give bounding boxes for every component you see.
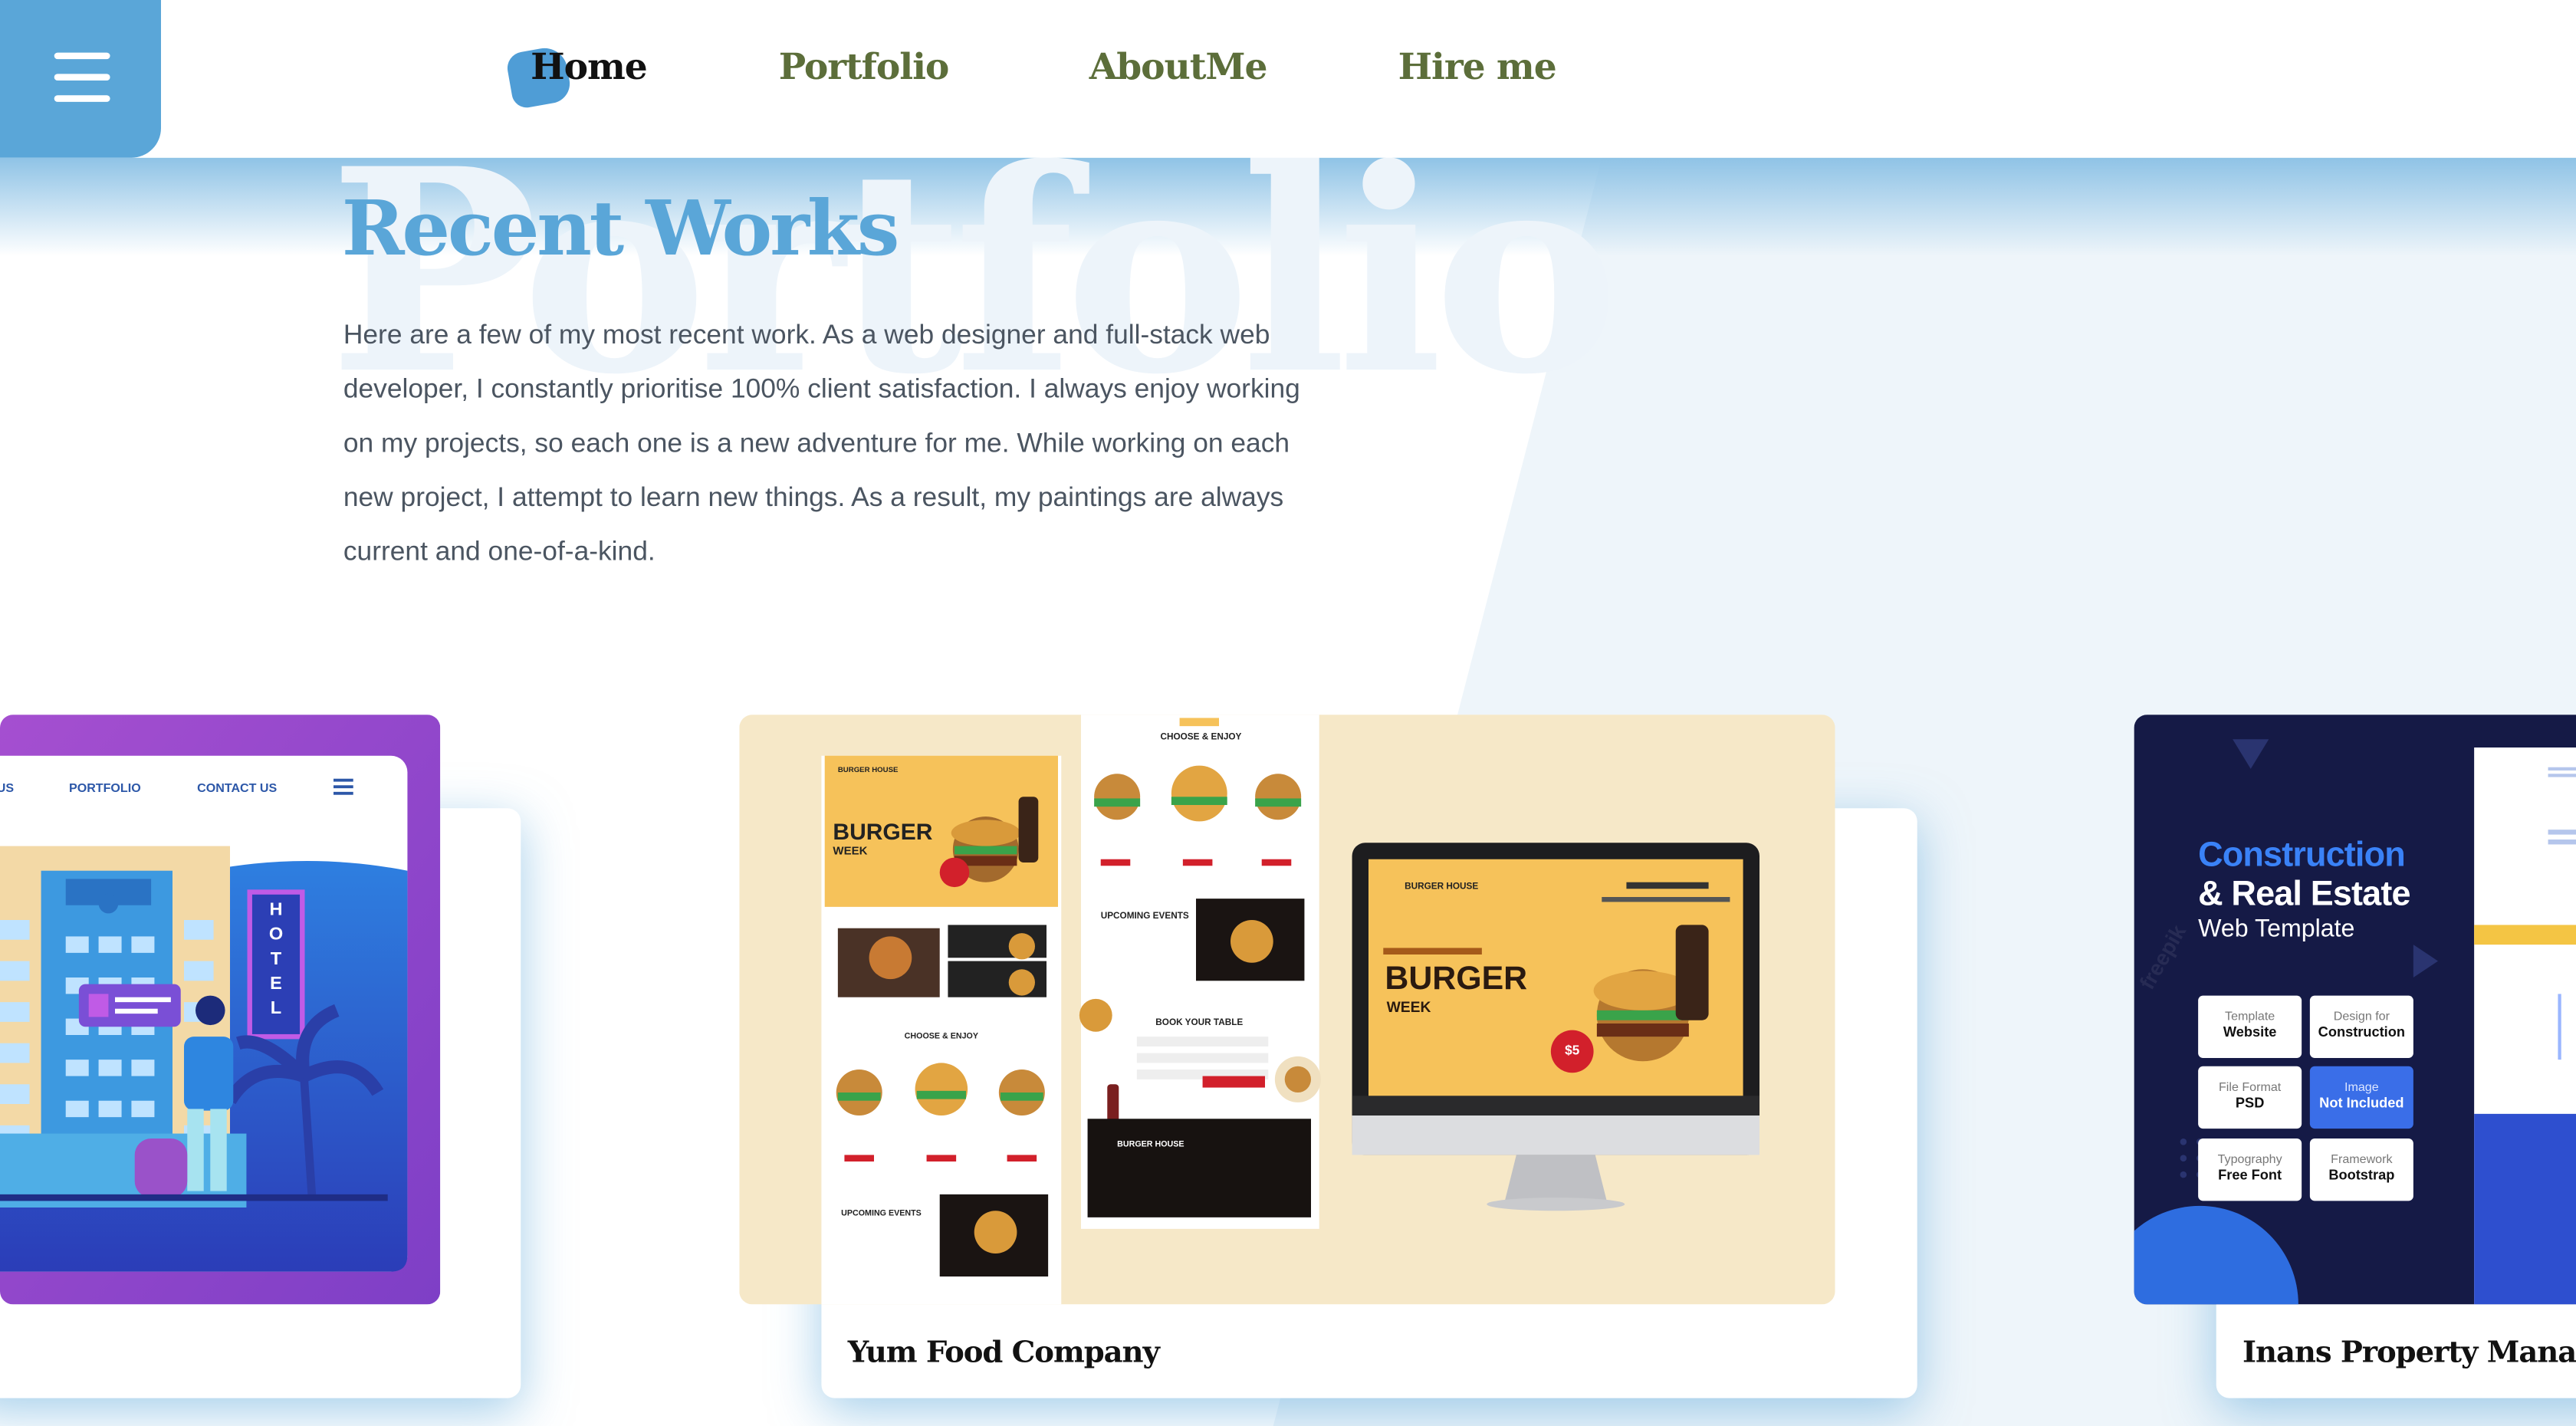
burger-choose-small: CHOOSE & ENJOY — [905, 1031, 978, 1040]
chip-caption: Template — [2225, 1008, 2275, 1024]
construction-chip-highlight: Image Not Included — [2309, 1066, 2413, 1129]
chip-caption: Image — [2344, 1079, 2379, 1095]
construction-line2: & Real Estate — [2198, 876, 2410, 914]
construction-line3: Web Template — [2198, 915, 2355, 943]
hotel-mock-nav-us: US — [0, 781, 14, 795]
nav-hire-me[interactable]: Hire me — [1398, 46, 1557, 89]
nav-about-me[interactable]: AboutMe — [1089, 46, 1268, 89]
hotel-mock-nav-contact: CONTACT US — [197, 781, 277, 795]
burger-headline-small: BURGER — [833, 820, 932, 845]
chip-value: Not Included — [2319, 1094, 2404, 1111]
section-description: Here are a few of my most recent work. A… — [343, 320, 1300, 567]
construction-chip: Template Website — [2198, 995, 2302, 1058]
burger-brand-small: BURGER HOUSE — [838, 766, 899, 774]
construction-chip: Typography Free Font — [2198, 1138, 2302, 1201]
construction-chip: Design for Construction — [2309, 995, 2413, 1058]
hotel-sign-text: HOTEL — [269, 899, 283, 1018]
burger-brand-mid: BURGER HOUSE — [1117, 1140, 1184, 1149]
chip-caption: Framework — [2331, 1152, 2393, 1167]
work-image-yum-food[interactable]: BURGER HOUSE BURGER WEEK CHOOSE & ENJOY … — [739, 715, 1835, 1305]
hamburger-icon-bar — [54, 74, 110, 80]
chip-caption: Typography — [2217, 1152, 2282, 1167]
burger-mockup: BURGER HOUSE BURGER WEEK CHOOSE & ENJOY … — [739, 715, 1835, 1305]
work-label-yum-food[interactable]: Yum Food Company — [848, 1336, 1160, 1370]
burger-choose-mid: CHOOSE & ENJOY — [1160, 731, 1241, 741]
hamburger-icon-bar — [54, 95, 110, 102]
chip-value: Website — [2223, 1024, 2277, 1040]
chip-value: Free Font — [2218, 1166, 2282, 1183]
construction-chip: File Format PSD — [2198, 1066, 2302, 1129]
hamburger-menu-button[interactable] — [0, 0, 161, 158]
construction-line1: Construction — [2198, 836, 2406, 874]
work-image-inans-property[interactable]: Construction & Real Estate Web Template … — [2134, 715, 2576, 1305]
hotel-illustration: HOTEL US PORTFOLIO CONTACT US — [0, 715, 441, 1305]
chip-value: Construction — [2318, 1024, 2406, 1040]
burger-events-mid: UPCOMING EVENTS — [1101, 911, 1189, 921]
nav-portfolio[interactable]: Portfolio — [779, 46, 950, 89]
construction-chip: Framework Bootstrap — [2309, 1138, 2413, 1201]
chip-caption: Design for — [2333, 1008, 2390, 1024]
page: Home Portfolio AboutMe Hire me Portfolio… — [0, 0, 2576, 1426]
section-title: Recent Works — [341, 184, 900, 273]
burger-headline-monitor: BURGER — [1385, 960, 1527, 997]
top-navigation: Home Portfolio AboutMe Hire me — [0, 0, 2576, 158]
burger-subhead-small: WEEK — [833, 844, 867, 857]
work-image-hotel[interactable]: HOTEL US PORTFOLIO CONTACT US — [0, 715, 441, 1305]
hotel-mock-nav-portfolio: PORTFOLIO — [69, 781, 141, 795]
burger-brand-monitor: BURGER HOUSE — [1405, 881, 1478, 891]
burger-book-mid: BOOK YOUR TABLE — [1155, 1017, 1243, 1027]
hotel-mock-menu-icon — [334, 778, 353, 795]
hamburger-icon — [54, 52, 110, 60]
burger-events-small: UPCOMING EVENTS — [841, 1209, 922, 1218]
burger-subhead-monitor: WEEK — [1387, 1000, 1431, 1016]
chip-caption: File Format — [2218, 1079, 2282, 1095]
nav-home[interactable]: Home — [531, 46, 648, 89]
chip-value: PSD — [2235, 1094, 2265, 1111]
burger-price: $5 — [1565, 1043, 1580, 1058]
work-label-inans-property[interactable]: Inans Property Manage — [2242, 1336, 2576, 1370]
chip-value: Bootstrap — [2328, 1166, 2395, 1183]
